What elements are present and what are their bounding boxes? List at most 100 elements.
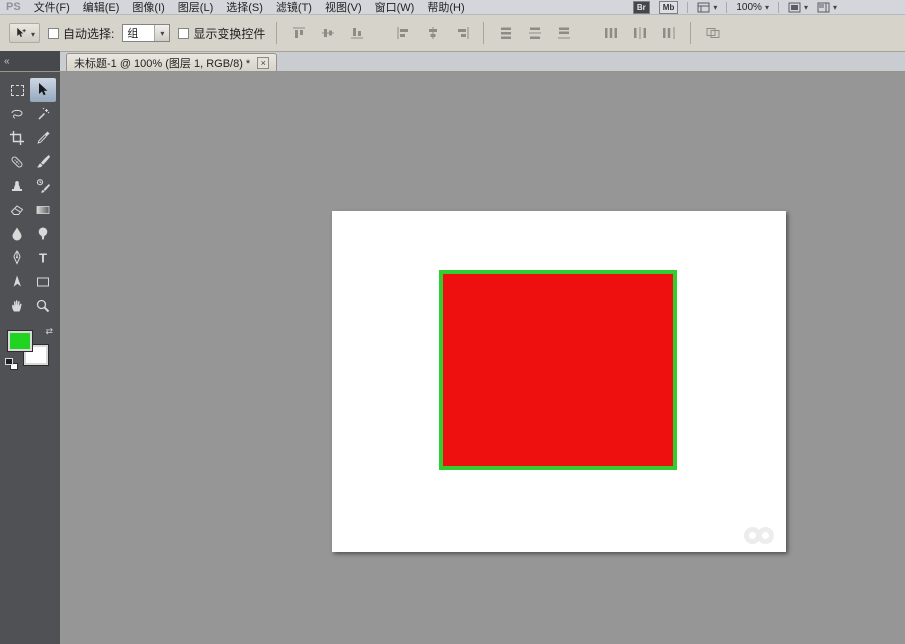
swap-colors-icon[interactable]: ⇄ [45,326,53,337]
rectangular-marquee-icon [11,85,24,96]
eyedropper-icon [35,130,51,146]
tools-grid: T [4,78,56,318]
svg-text:T: T [39,251,47,266]
align-left-edges-button[interactable] [393,24,414,43]
gradient-tool[interactable] [30,198,56,222]
separator [276,22,277,44]
dropdown-caret-icon [713,2,717,13]
blur-tool[interactable] [4,222,30,246]
clone-stamp-tool[interactable] [4,174,30,198]
app-logo: PS [6,1,21,13]
auto-select-value: 组 [127,25,138,41]
dropdown-caret-icon [765,2,769,13]
tool-preset-button[interactable] [9,23,40,43]
crop-tool[interactable] [4,126,30,150]
distribute-vertical-centers-button[interactable] [524,24,545,43]
collapse-arrows-icon [4,56,10,67]
align-vertical-centers-button[interactable] [317,24,338,43]
auto-select-label: 自动选择: [63,25,114,42]
history-brush-icon [35,178,51,194]
align-right-edges-button[interactable] [451,24,472,43]
history-brush-tool[interactable] [30,174,56,198]
gradient-icon [35,202,51,218]
hand-tool[interactable] [4,294,30,318]
collapse-panels-button[interactable] [0,51,60,71]
lasso-icon [9,106,25,122]
pen-icon [9,250,25,266]
zoom-icon [35,298,51,314]
magic-wand-icon [35,106,51,122]
show-transform-checkbox[interactable] [178,28,189,39]
brush-tool[interactable] [30,150,56,174]
distribute-horizontal-centers-button[interactable] [629,24,650,43]
show-transform-option: 显示变换控件 [178,25,265,42]
distribute-bottom-edges-button[interactable] [553,24,574,43]
align-horizontal-centers-button[interactable] [422,24,443,43]
document-tab-bar: 未标题-1 @ 100% (图层 1, RGB/8) * × [0,52,905,72]
extras-button[interactable] [697,2,717,13]
align-top-edges-button[interactable] [288,24,309,43]
distribute-right-edges-button[interactable] [658,24,679,43]
red-rectangle-shape[interactable] [439,270,677,470]
distribute-top-edges-button[interactable] [495,24,516,43]
zoom-level-value: 100% [736,2,762,13]
eraser-icon [9,202,25,218]
healing-brush-tool[interactable] [4,150,30,174]
zoom-tool[interactable] [30,294,56,318]
separator [726,2,727,13]
menu-item-help[interactable]: 帮助(H) [427,0,464,15]
document-tab-title: 未标题-1 @ 100% (图层 1, RGB/8) * [74,55,250,71]
auto-align-layers-button[interactable] [702,24,723,43]
menu-item-view[interactable]: 视图(V) [325,0,362,15]
document-canvas[interactable] [332,211,786,552]
separator [690,22,691,44]
main-area: T ⇄ [0,72,905,644]
menu-item-layer[interactable]: 图层(L) [178,0,213,15]
canvas-area[interactable] [60,72,905,644]
foreground-color-swatch[interactable] [8,331,32,351]
menu-item-edit[interactable]: 编辑(E) [83,0,120,15]
tab-close-button[interactable]: × [257,57,269,69]
blur-icon [9,226,25,242]
lasso-tool[interactable] [4,102,30,126]
screen-mode-icon [788,2,801,13]
menu-item-window[interactable]: 窗口(W) [375,0,415,15]
menu-item-file[interactable]: 文件(F) [34,0,70,15]
dropdown-caret-icon [804,2,808,13]
magic-wand-tool[interactable] [30,102,56,126]
auto-select-dropdown[interactable]: 组 [122,24,170,42]
path-selection-icon [9,274,25,290]
workspace-button[interactable] [817,2,837,13]
mb-button[interactable]: Mb [659,1,679,14]
align-bottom-edges-button[interactable] [346,24,367,43]
type-tool[interactable]: T [30,246,56,270]
tools-panel: T ⇄ [0,72,60,644]
menu-bar: PS 文件(F) 编辑(E) 图像(I) 图层(L) 选择(S) 滤镜(T) 视… [0,0,905,15]
menu-item-filter[interactable]: 滤镜(T) [276,0,312,15]
rectangle-icon [35,274,51,290]
pen-tool[interactable] [4,246,30,270]
rectangular-marquee-tool[interactable] [4,78,30,102]
separator [778,2,779,13]
move-tool[interactable] [30,78,56,102]
screen-mode-button[interactable] [788,2,808,13]
photoshop-window: PS 文件(F) 编辑(E) 图像(I) 图层(L) 选择(S) 滤镜(T) 视… [0,0,905,644]
watermark-icon [744,527,778,547]
auto-select-option: 自动选择: [48,25,114,42]
dropdown-caret-icon [833,2,837,13]
path-selection-tool[interactable] [4,270,30,294]
bridge-button[interactable]: Br [633,1,650,14]
auto-select-checkbox[interactable] [48,28,59,39]
default-colors-icon[interactable] [5,358,18,370]
eraser-tool[interactable] [4,198,30,222]
rectangle-tool[interactable] [30,270,56,294]
document-tab[interactable]: 未标题-1 @ 100% (图层 1, RGB/8) * × [66,53,277,71]
zoom-level-button[interactable]: 100% [736,2,769,13]
healing-brush-icon [9,154,25,170]
menu-item-image[interactable]: 图像(I) [132,0,164,15]
dodge-tool[interactable] [30,222,56,246]
distribute-left-edges-button[interactable] [600,24,621,43]
menu-item-select[interactable]: 选择(S) [226,0,263,15]
eyedropper-tool[interactable] [30,126,56,150]
separator [483,22,484,44]
